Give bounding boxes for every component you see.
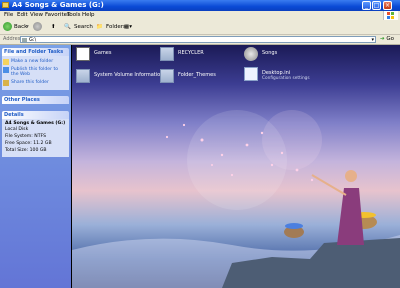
games-folder-icon	[76, 47, 90, 61]
file-name: Folder_Themes	[178, 72, 216, 78]
details-panel: A4 Songs & Games (G:) Local Disk File Sy…	[2, 119, 69, 157]
file-type: Configuration settings	[262, 76, 310, 81]
address-dropdown-icon[interactable]: ▾	[371, 37, 374, 43]
file-name: Games	[94, 50, 112, 56]
file-item-system-volume-information[interactable]: System Volume Information	[76, 69, 164, 89]
file-name: System Volume Information	[94, 72, 164, 78]
menu-help[interactable]: Help	[82, 12, 95, 19]
folder-icon	[76, 69, 90, 83]
task-publish-web[interactable]: Publish this folder to the Web	[11, 67, 66, 77]
file-item-songs[interactable]: Songs	[244, 47, 324, 67]
up-folder-icon[interactable]: ⬆	[51, 22, 56, 32]
back-dropdown-icon[interactable]: ▾	[26, 22, 29, 32]
search-icon[interactable]: 🔍	[64, 22, 71, 32]
address-bar: Address G:\ ▾ ➔ Go	[0, 35, 400, 45]
details-header[interactable]: Details	[2, 111, 69, 119]
task-make-new-folder[interactable]: Make a new folder	[11, 59, 53, 64]
detail-total-size: Total Size: 100 GB	[5, 148, 47, 153]
menu-tools[interactable]: Tools	[67, 12, 81, 19]
file-folder-tasks-panel: Make a new folder Publish this folder to…	[2, 56, 69, 90]
detail-file-system: File System: NTFS	[5, 134, 47, 139]
search-button-label[interactable]: Search	[74, 22, 93, 32]
settings-file-icon	[244, 67, 258, 81]
window-title: A4 Songs & Games (G:)	[12, 1, 104, 9]
go-arrow-icon: ➔	[380, 36, 385, 42]
folders-button-label[interactable]: Folders	[106, 22, 126, 32]
task-share-folder[interactable]: Share this folder	[11, 80, 49, 85]
file-item-games[interactable]: Games	[76, 47, 156, 67]
go-button[interactable]: ➔ Go	[380, 36, 394, 43]
menu-edit[interactable]: Edit	[17, 12, 28, 19]
file-item-desktop-ini[interactable]: Desktop.ini Configuration settings	[244, 67, 324, 87]
file-name: Songs	[262, 50, 278, 56]
views-icon[interactable]: ▦▾	[124, 22, 132, 32]
music-folder-icon	[244, 47, 258, 61]
task-pane: File and Folder Tasks Make a new folder …	[0, 45, 71, 288]
share-folder-icon	[3, 80, 9, 86]
drive-small-icon	[22, 38, 27, 42]
publish-web-icon	[3, 67, 9, 73]
file-list-view: Games RECYCLER Songs System Volume Infor…	[72, 45, 400, 288]
other-places-header[interactable]: Other Places	[2, 96, 69, 104]
title-bar: A4 Songs & Games (G:) _ □ ×	[0, 0, 400, 11]
back-arrow-icon[interactable]	[3, 22, 12, 31]
file-name: RECYCLER	[178, 50, 204, 56]
detail-drive-name: A4 Songs & Games (G:)	[5, 121, 66, 126]
file-item-folder-themes[interactable]: Folder_Themes	[160, 69, 240, 89]
file-item-recycler[interactable]: RECYCLER	[160, 47, 240, 67]
folders-icon[interactable]: 📁	[96, 22, 103, 32]
folder-icon	[160, 69, 174, 83]
maximize-button[interactable]: □	[372, 1, 381, 10]
address-value: G:\	[29, 37, 37, 43]
address-input[interactable]: G:\ ▾	[20, 36, 376, 43]
menu-file[interactable]: File	[4, 12, 13, 19]
drive-icon	[2, 2, 9, 8]
forward-arrow-icon[interactable]	[33, 22, 42, 31]
go-label: Go	[386, 36, 394, 42]
close-button[interactable]: ×	[383, 1, 392, 10]
toolbar: Back ▾ ⬆ 🔍 Search 📁 Folders ▦▾	[0, 20, 400, 35]
folder-icon	[160, 47, 174, 61]
menu-view[interactable]: View	[30, 12, 43, 19]
minimize-button[interactable]: _	[362, 1, 371, 10]
detail-drive-type: Local Disk	[5, 127, 29, 132]
file-folder-tasks-header[interactable]: File and Folder Tasks	[2, 48, 69, 56]
new-folder-icon	[3, 59, 9, 65]
windows-logo-icon	[383, 11, 398, 20]
detail-free-space: Free Space: 11.2 GB	[5, 141, 52, 146]
